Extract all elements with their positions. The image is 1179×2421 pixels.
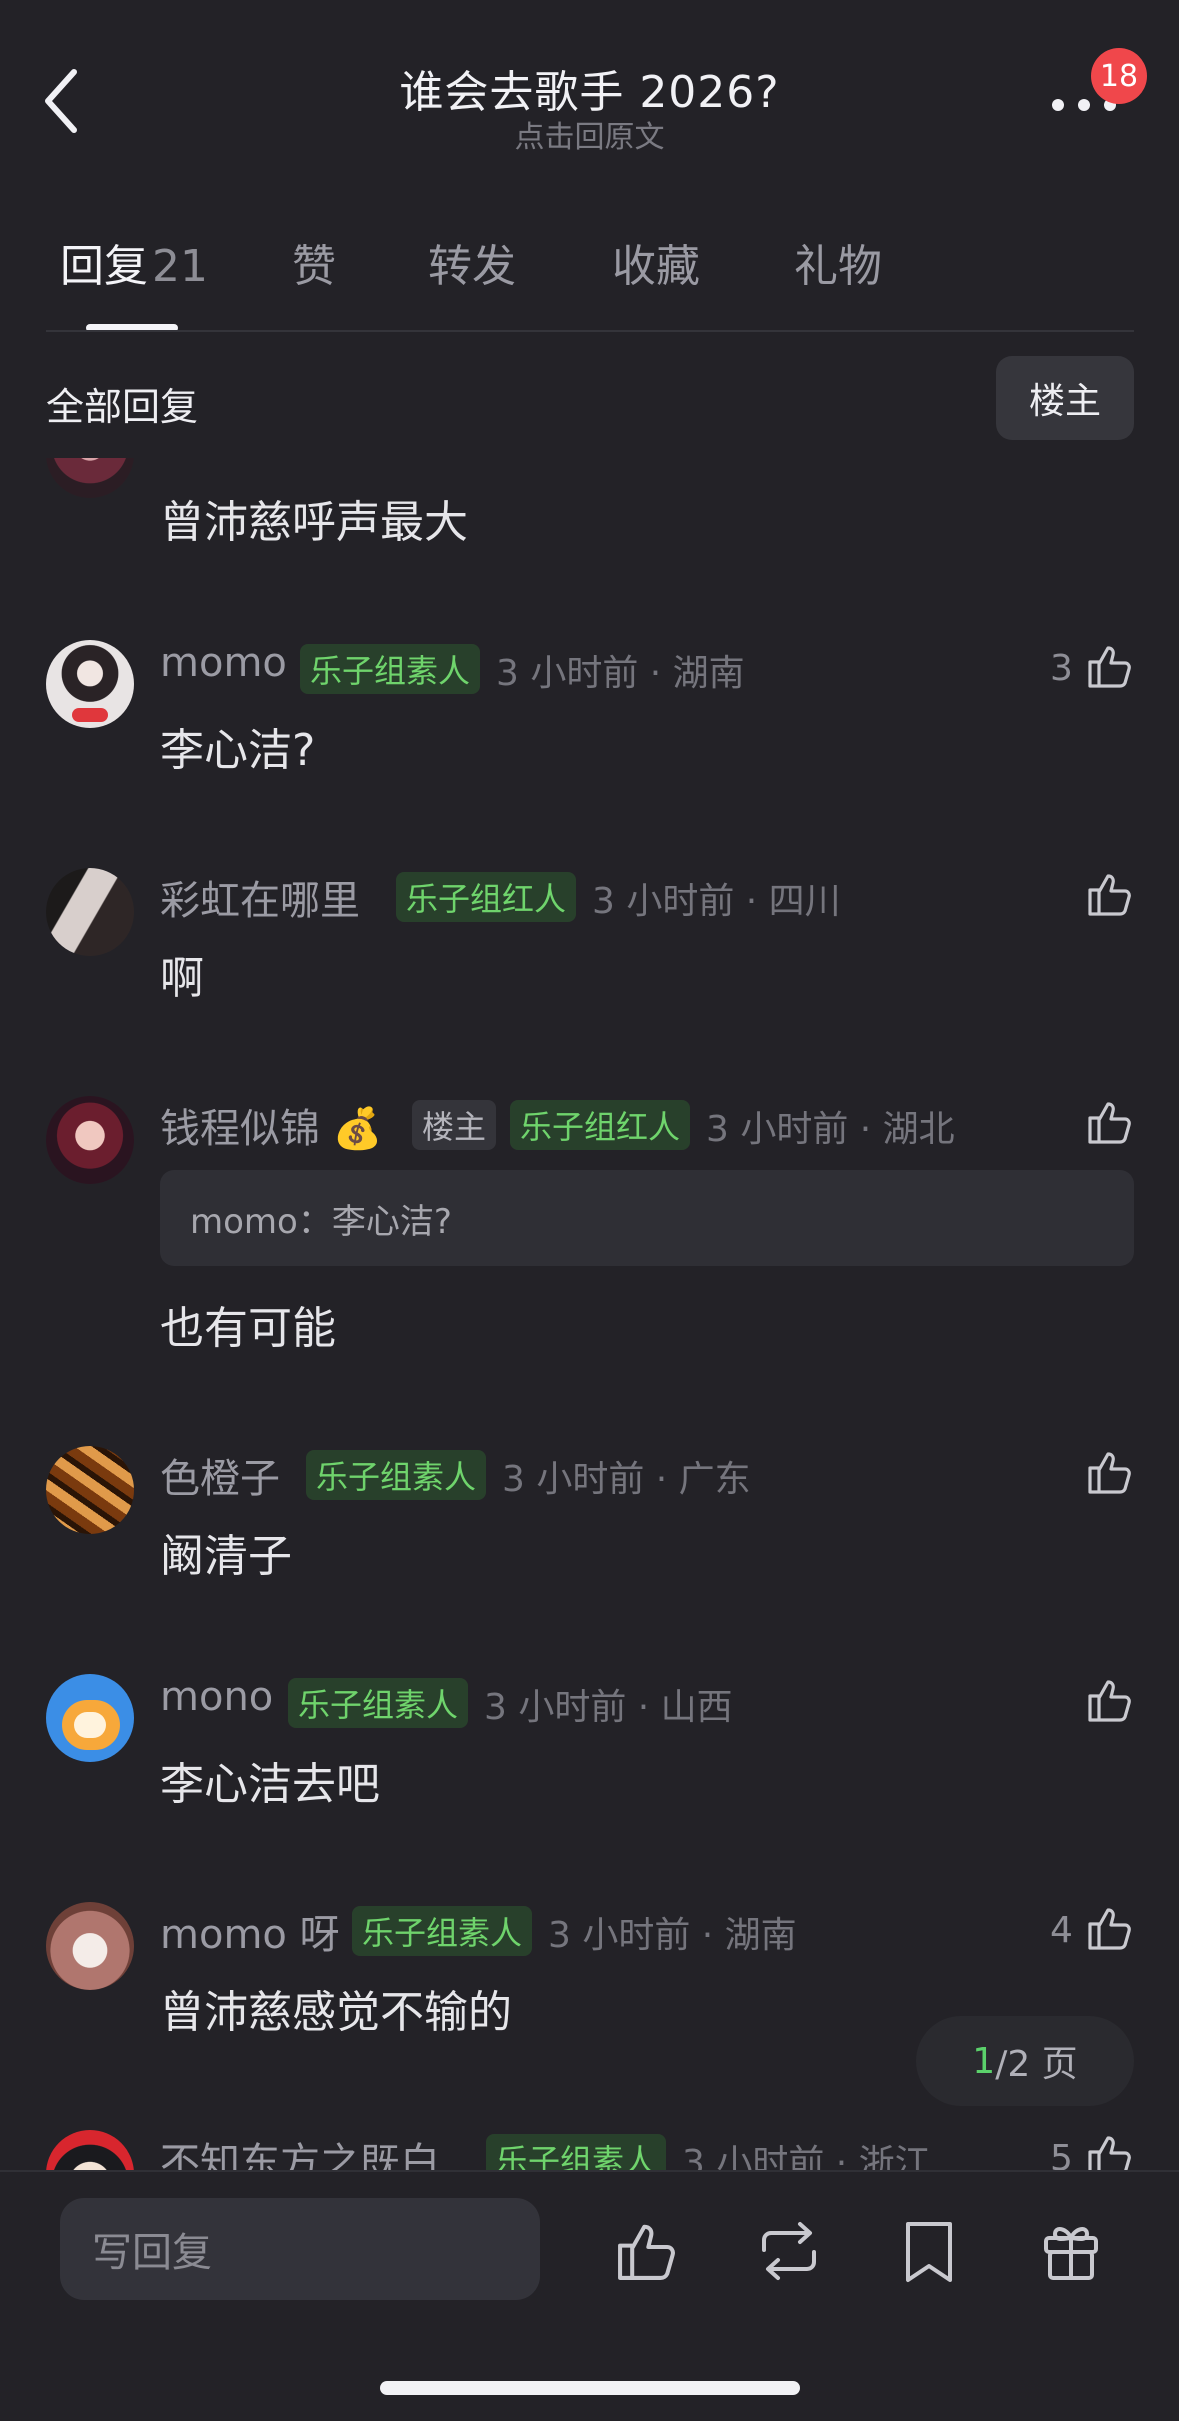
gift-button[interactable] bbox=[1036, 2216, 1106, 2286]
thumbs-up-icon bbox=[1088, 2136, 1131, 2170]
comment-text: 阚清子 bbox=[160, 1531, 292, 1582]
thumbs-up-icon bbox=[1088, 1908, 1131, 1950]
avatar[interactable] bbox=[46, 640, 134, 728]
reply-input[interactable]: 写回复 bbox=[60, 2198, 540, 2300]
page-indicator[interactable]: 1/2 页 bbox=[916, 2016, 1134, 2106]
like-button[interactable] bbox=[1084, 1674, 1136, 1726]
username[interactable]: momo bbox=[160, 640, 287, 686]
tab-bar: 回复21 赞 转发 收藏 礼物 bbox=[0, 230, 1179, 334]
comment-meta: 3 小时前 · 湖南 bbox=[548, 1915, 797, 1956]
user-group-tag: 乐子组红人 bbox=[510, 1100, 691, 1150]
username[interactable]: momo 呀 bbox=[160, 1902, 340, 1960]
avatar[interactable] bbox=[46, 2130, 134, 2170]
like-button[interactable] bbox=[1084, 1446, 1136, 1498]
quoted-reply[interactable]: momo：李心洁? bbox=[160, 1170, 1134, 1266]
avatar[interactable] bbox=[46, 458, 134, 498]
comment-text: 啊 bbox=[160, 953, 204, 1004]
home-indicator[interactable] bbox=[380, 2381, 800, 2395]
thumbs-up-icon bbox=[1088, 1452, 1131, 1494]
user-group-tag: 乐子组素人 bbox=[306, 1450, 487, 1500]
bookmark-icon bbox=[906, 2222, 952, 2282]
tab-replies-count: 21 bbox=[152, 241, 208, 292]
tab-likes[interactable]: 赞 bbox=[292, 230, 336, 294]
like-button[interactable] bbox=[1084, 2130, 1136, 2170]
tab-favorites[interactable]: 收藏 bbox=[612, 230, 700, 294]
like-count: 3 bbox=[1050, 648, 1073, 689]
top-nav-bar: 谁会去歌手 2026? 点击回原文 18 bbox=[0, 0, 1179, 200]
tab-replies-label: 回复 bbox=[60, 241, 148, 292]
user-group-tag: 乐子组红人 bbox=[396, 872, 577, 922]
username[interactable]: mono bbox=[160, 1674, 273, 1720]
like-post-button[interactable] bbox=[612, 2216, 682, 2286]
like-count: 4 bbox=[1050, 1910, 1073, 1951]
owner-tag: 楼主 bbox=[412, 1100, 497, 1150]
like-button[interactable] bbox=[1084, 868, 1136, 920]
comment-meta: 3 小时前 · 四川 bbox=[592, 881, 841, 922]
user-group-tag: 乐子组素人 bbox=[486, 2134, 667, 2170]
avatar[interactable] bbox=[46, 1674, 134, 1762]
like-count: 5 bbox=[1050, 2138, 1073, 2170]
comment-meta: 3 小时前 · 湖南 bbox=[496, 653, 745, 694]
comment-text: 李心洁? bbox=[160, 725, 316, 776]
user-group-tag: 乐子组素人 bbox=[288, 1678, 469, 1728]
comment-text: 曾沛慈感觉不输的 bbox=[160, 1987, 512, 2038]
bookmark-button[interactable] bbox=[894, 2216, 964, 2286]
comment-text: 曾沛慈呼声最大 bbox=[160, 497, 468, 548]
comment-meta: 3 小时前 · 湖北 bbox=[706, 1109, 955, 1150]
avatar[interactable] bbox=[46, 1446, 134, 1534]
comment-meta: 3 小时前 · 浙江 bbox=[682, 2143, 931, 2170]
comment-list[interactable]: 曾沛慈呼声最大 momo 乐子组素人 3 小时前 · 湖南 3 李心洁? 彩虹在… bbox=[0, 458, 1179, 2170]
repost-icon bbox=[762, 2222, 816, 2280]
thumbs-up-icon bbox=[1088, 874, 1131, 916]
tab-gifts[interactable]: 礼物 bbox=[794, 230, 882, 294]
all-replies-title: 全部回复 bbox=[46, 385, 199, 429]
thumbs-up-icon bbox=[1088, 1102, 1131, 1144]
tab-reposts[interactable]: 转发 bbox=[428, 230, 516, 294]
back-to-original-link[interactable]: 点击回原文 bbox=[0, 112, 1179, 156]
like-button[interactable] bbox=[1084, 1096, 1136, 1148]
username[interactable]: 色橙子 bbox=[160, 1446, 280, 1504]
comment-text: 李心洁去吧 bbox=[160, 1759, 380, 1810]
username[interactable]: 不知东方之既白 bbox=[160, 2130, 440, 2170]
username[interactable]: 钱程似锦 💰 bbox=[160, 1096, 383, 1154]
avatar[interactable] bbox=[46, 1096, 134, 1184]
thumbs-up-icon bbox=[1088, 1680, 1131, 1722]
total-pages: /2 页 bbox=[995, 2044, 1078, 2085]
thumbs-up-icon bbox=[1088, 646, 1131, 688]
comment-text: 也有可能 bbox=[160, 1303, 336, 1354]
repost-button[interactable] bbox=[754, 2216, 824, 2286]
owner-only-button[interactable]: 楼主 bbox=[996, 356, 1134, 440]
more-dot bbox=[1078, 99, 1090, 111]
more-dot bbox=[1052, 99, 1064, 111]
post-title[interactable]: 谁会去歌手 2026? bbox=[0, 56, 1179, 120]
user-group-tag: 乐子组素人 bbox=[352, 1906, 533, 1956]
tab-replies[interactable]: 回复21 bbox=[60, 230, 208, 294]
user-group-tag: 乐子组素人 bbox=[300, 644, 481, 694]
comment-meta: 3 小时前 · 广东 bbox=[502, 1459, 751, 1500]
like-button[interactable] bbox=[1084, 1902, 1136, 1954]
comment-meta: 3 小时前 · 山西 bbox=[484, 1687, 733, 1728]
like-button[interactable] bbox=[1084, 640, 1136, 692]
gift-icon bbox=[1044, 2227, 1098, 2280]
notification-badge: 18 bbox=[1091, 48, 1147, 104]
current-page: 1 bbox=[972, 2040, 996, 2082]
avatar[interactable] bbox=[46, 1902, 134, 1990]
avatar[interactable] bbox=[46, 868, 134, 956]
username[interactable]: 彩虹在哪里 bbox=[160, 868, 360, 926]
like-icon bbox=[618, 2224, 675, 2280]
divider bbox=[46, 330, 1134, 332]
